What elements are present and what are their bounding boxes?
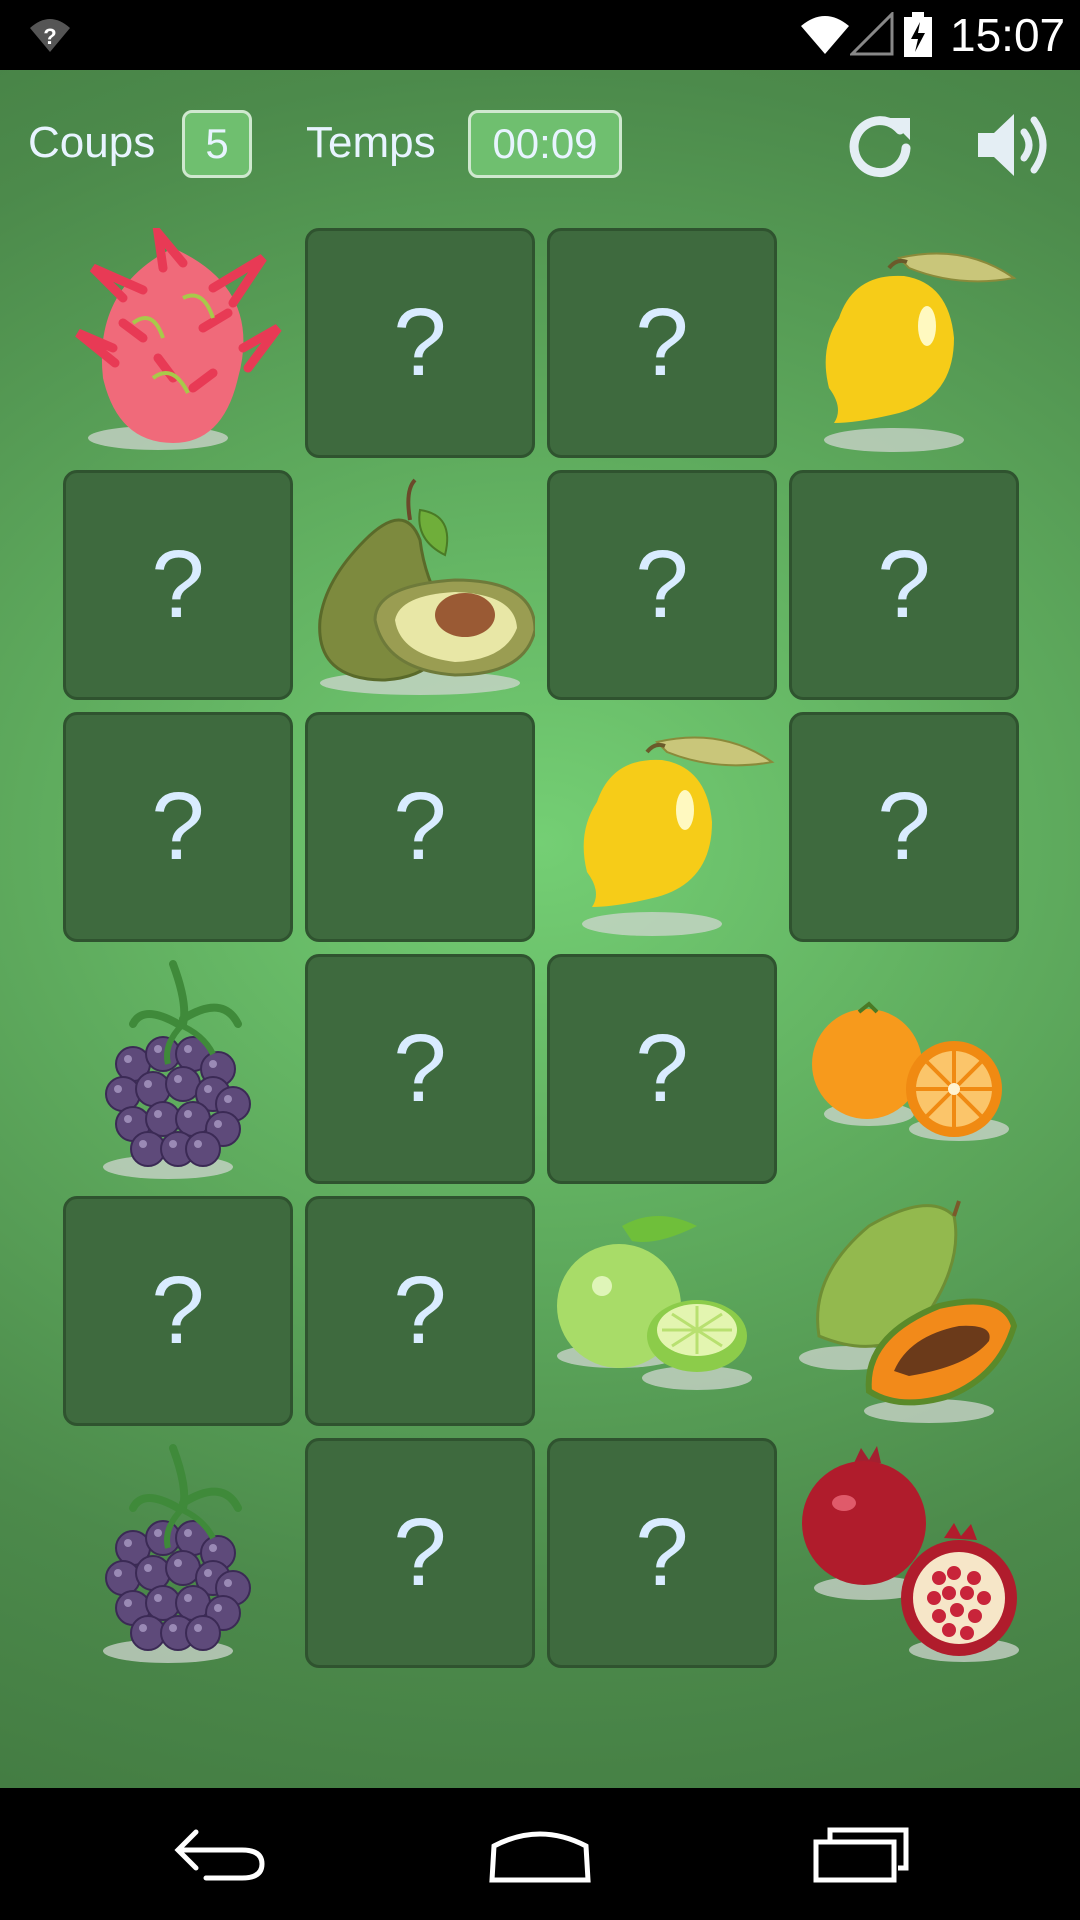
card-question-mark: ? — [151, 773, 205, 880]
card-question-mark: ? — [635, 289, 689, 396]
status-bar: ? 15:07 — [0, 0, 1080, 70]
hidden-card[interactable]: ? — [547, 954, 777, 1184]
hidden-card[interactable]: ? — [547, 470, 777, 700]
time-label: Temps — [306, 118, 436, 167]
card-question-mark: ? — [635, 531, 689, 638]
back-icon[interactable] — [172, 1824, 268, 1889]
home-icon[interactable] — [488, 1824, 592, 1889]
card-question-mark: ? — [151, 531, 205, 638]
avocado-card[interactable] — [305, 470, 535, 700]
svg-text:?: ? — [43, 24, 56, 49]
card-question-mark: ? — [393, 289, 447, 396]
blackberry-icon — [103, 960, 251, 1179]
lime-icon — [557, 1216, 752, 1390]
lemon-icon — [824, 252, 1017, 452]
card-question-mark: ? — [393, 1257, 447, 1364]
clock: 15:07 — [950, 9, 1066, 61]
moves-counter: 5 — [182, 110, 252, 178]
orange-card[interactable] — [789, 954, 1019, 1184]
hidden-card[interactable]: ? — [547, 228, 777, 458]
papaya-icon — [799, 1200, 1018, 1423]
hidden-card[interactable]: ? — [305, 228, 535, 458]
hidden-card[interactable]: ? — [547, 1438, 777, 1668]
dragon-fruit-card[interactable] — [63, 228, 293, 458]
lemon-card[interactable] — [789, 228, 1019, 458]
card-question-mark: ? — [635, 1499, 689, 1606]
lemon-icon — [582, 736, 775, 936]
hidden-card[interactable]: ? — [305, 712, 535, 942]
pomegranate-card[interactable] — [789, 1438, 1019, 1668]
blackberry-card[interactable] — [63, 954, 293, 1184]
card-question-mark: ? — [877, 773, 931, 880]
avocado-icon — [318, 478, 535, 695]
orange-icon — [812, 1001, 1009, 1141]
wifi-icon — [800, 12, 850, 61]
time-counter: 00:09 — [468, 110, 622, 178]
blackberry-icon — [103, 1444, 251, 1663]
battery-charging-icon — [903, 12, 933, 63]
cell-signal-icon — [848, 10, 894, 61]
lemon-card[interactable] — [547, 712, 777, 942]
hidden-card[interactable]: ? — [305, 1196, 535, 1426]
hidden-card[interactable]: ? — [63, 470, 293, 700]
card-question-mark: ? — [877, 531, 931, 638]
hidden-card[interactable]: ? — [305, 1438, 535, 1668]
card-question-mark: ? — [393, 1015, 447, 1122]
hidden-card[interactable]: ? — [63, 1196, 293, 1426]
hidden-card[interactable]: ? — [305, 954, 535, 1184]
restart-icon[interactable] — [848, 108, 916, 185]
speaker-icon[interactable] — [976, 108, 1056, 187]
unknown-signal-icon: ? — [28, 14, 72, 59]
hidden-card[interactable]: ? — [789, 470, 1019, 700]
recent-apps-icon[interactable] — [812, 1824, 912, 1889]
dragon-fruit-icon — [75, 228, 282, 450]
papaya-card[interactable] — [789, 1196, 1019, 1426]
moves-label: Coups — [28, 118, 156, 167]
pomegranate-icon — [802, 1446, 1019, 1662]
blackberry-card[interactable] — [63, 1438, 293, 1668]
card-question-mark: ? — [393, 1499, 447, 1606]
lime-card[interactable] — [547, 1196, 777, 1426]
card-question-mark: ? — [151, 1257, 205, 1364]
hidden-card[interactable]: ? — [63, 712, 293, 942]
nav-bar — [0, 1788, 1080, 1920]
card-question-mark: ? — [393, 773, 447, 880]
hidden-card[interactable]: ? — [789, 712, 1019, 942]
card-question-mark: ? — [635, 1015, 689, 1122]
